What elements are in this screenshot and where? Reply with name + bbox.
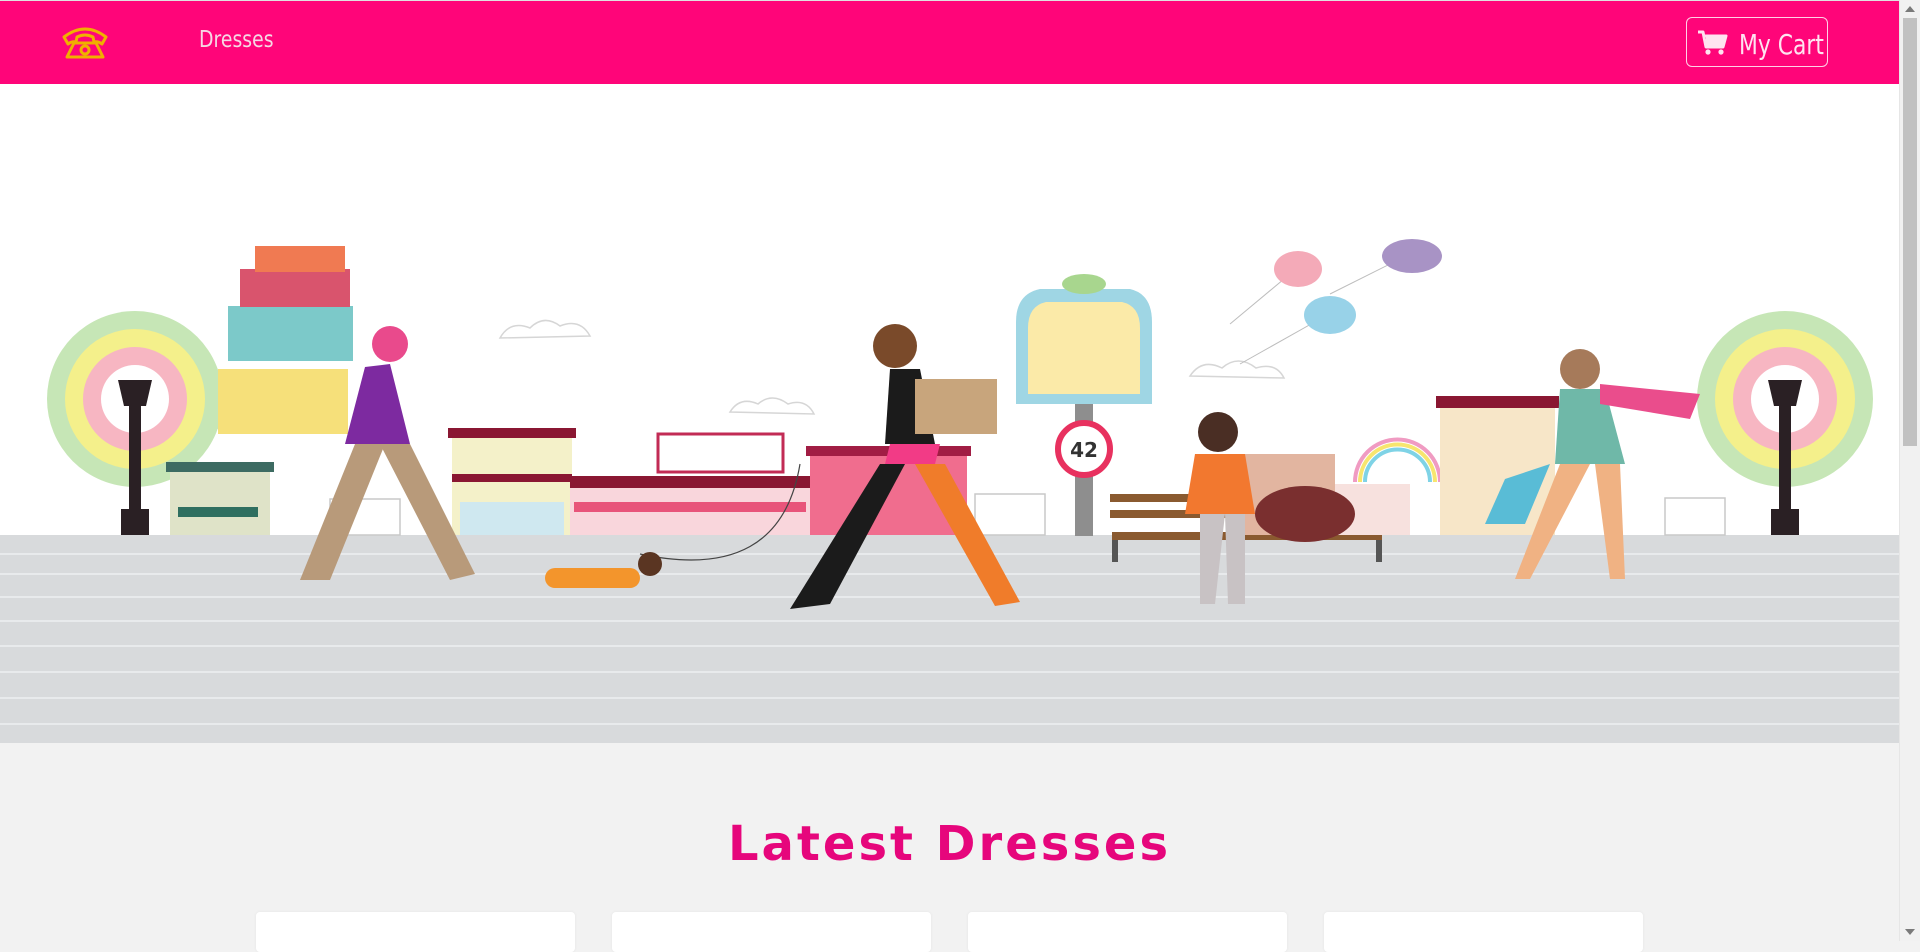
sign-number: 42 <box>1070 438 1098 462</box>
product-card[interactable] <box>1324 912 1643 952</box>
cart-label: My Cart <box>1739 28 1824 61</box>
city-shopping-street-illustration: 42 <box>0 239 1899 743</box>
top-navbar: Dresses My Cart <box>0 0 1899 84</box>
product-card[interactable] <box>612 912 931 952</box>
scroll-up-arrow-icon[interactable] <box>1905 6 1915 12</box>
my-cart-button[interactable]: My Cart <box>1686 17 1828 67</box>
scroll-down-arrow-icon[interactable] <box>1905 929 1915 935</box>
telephone-icon[interactable] <box>58 21 112 61</box>
scroll-thumb[interactable] <box>1903 18 1917 446</box>
nav-link-dresses[interactable]: Dresses <box>199 27 274 53</box>
hero-banner: 42 <box>0 84 1899 743</box>
product-card-row <box>0 912 1899 952</box>
product-card[interactable] <box>256 912 575 952</box>
product-card[interactable] <box>968 912 1287 952</box>
shopping-cart-icon <box>1698 30 1728 55</box>
section-title: Latest Dresses <box>727 816 1172 872</box>
page-scrollbar[interactable] <box>1899 0 1920 941</box>
